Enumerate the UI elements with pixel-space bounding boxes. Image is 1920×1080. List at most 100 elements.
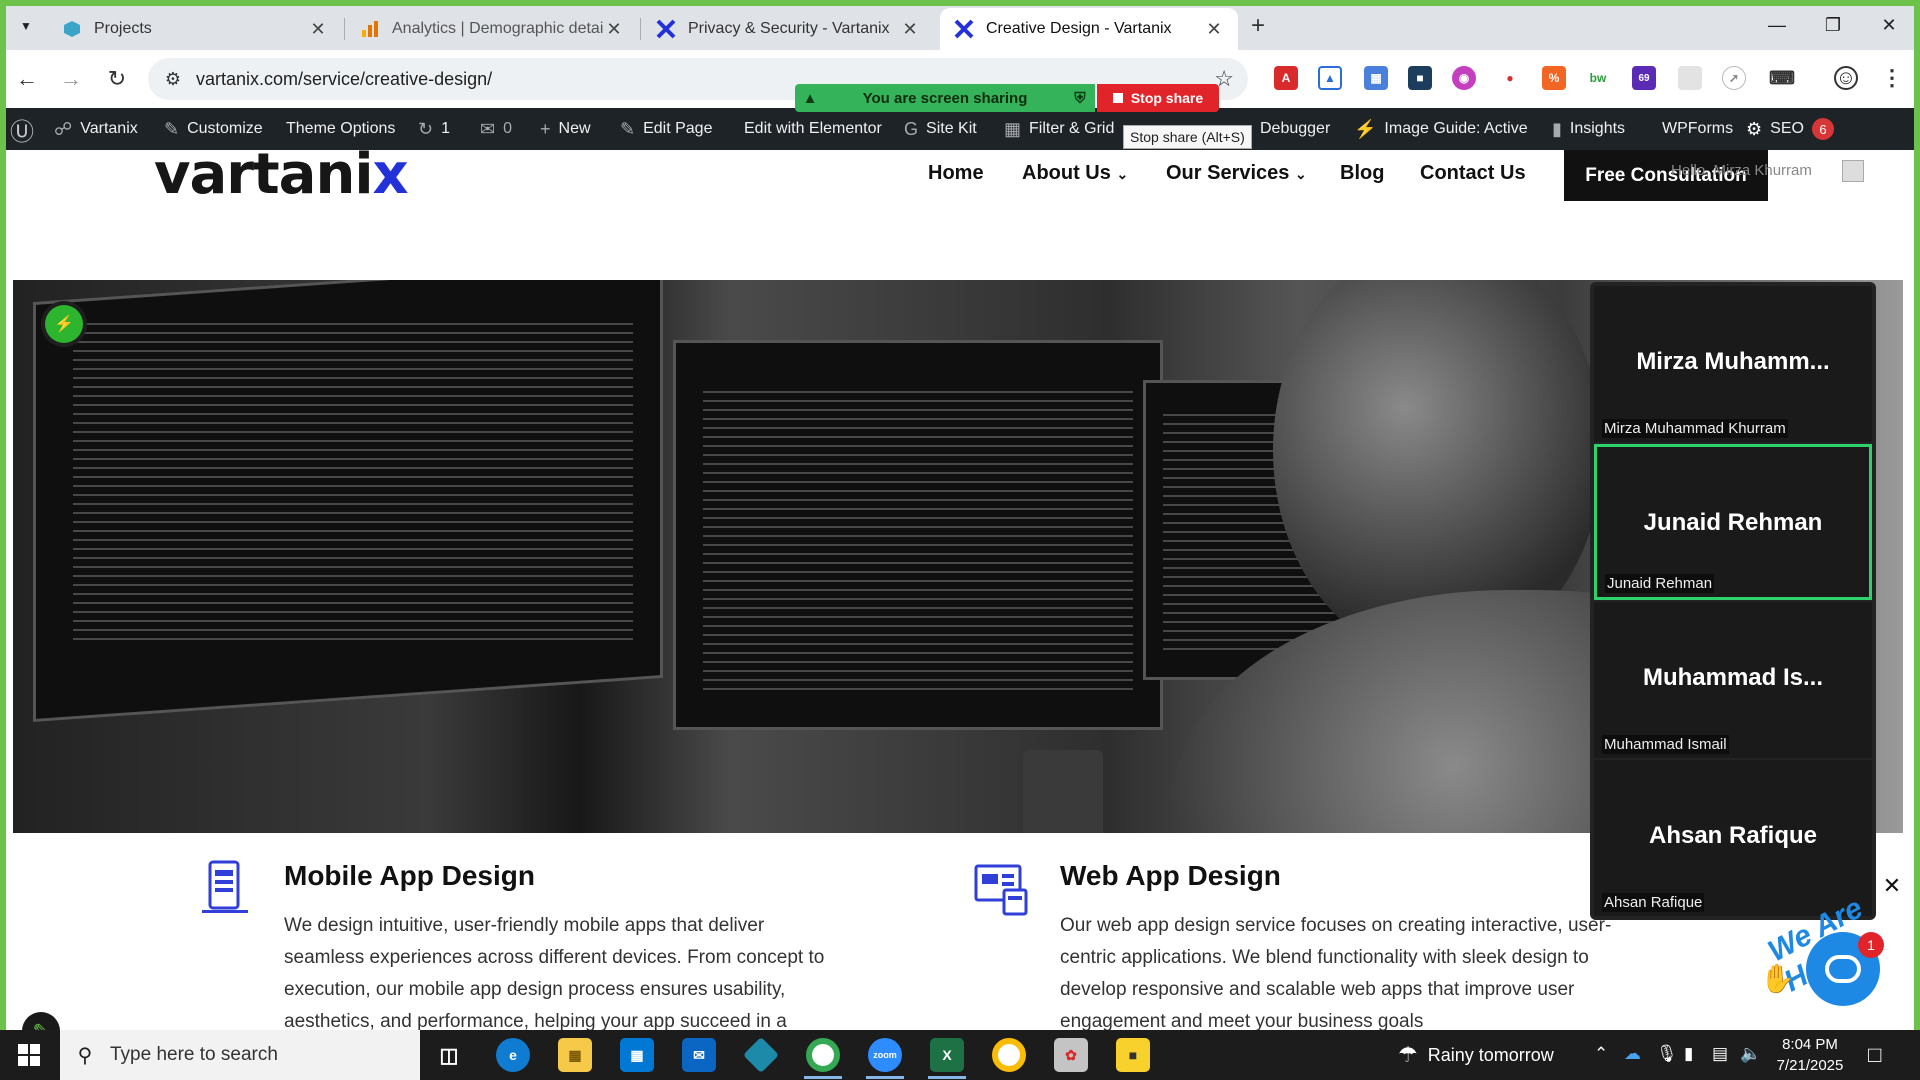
nav-contact-us[interactable]: Contact Us: [1420, 162, 1526, 185]
profile-icon[interactable]: ☺: [1834, 66, 1858, 90]
app-diamond-icon[interactable]: [742, 1036, 780, 1074]
wp-image-guide[interactable]: ⚡ Image Guide: Active: [1354, 108, 1528, 150]
seo-gear-icon: ⚙: [1746, 118, 1763, 139]
network-icon[interactable]: ▤: [1712, 1044, 1728, 1064]
docs-extension-icon[interactable]: ▦: [1364, 66, 1388, 90]
chevron-up-icon[interactable]: ⌃: [1594, 1044, 1608, 1064]
participant-tile-active[interactable]: Junaid Rehman Junaid Rehman: [1594, 444, 1872, 600]
zoom-icon[interactable]: zoom: [868, 1038, 902, 1072]
forward-button[interactable]: →: [56, 64, 86, 94]
system-clock[interactable]: 8:04 PM 7/21/2025: [1760, 1034, 1860, 1076]
stop-share-button[interactable]: Stop share: [1097, 84, 1219, 112]
participant-tile[interactable]: Muhammad Is... Muhammad Ismail: [1594, 602, 1872, 758]
bw-extension-icon[interactable]: bw: [1586, 66, 1610, 90]
chrome-icon[interactable]: [806, 1038, 840, 1072]
wp-wpforms[interactable]: WPForms: [1662, 108, 1733, 150]
chrome-menu-icon[interactable]: ⋮: [1880, 65, 1904, 90]
pokeball-extension-icon[interactable]: ●: [1498, 66, 1522, 90]
start-button[interactable]: [0, 1030, 58, 1080]
screen-sharing-bar[interactable]: ▲ You are screen sharing ⛨: [795, 84, 1095, 112]
participant-tile[interactable]: Ahsan Rafique Ahsan Rafique: [1594, 760, 1872, 916]
sticky-notes-icon[interactable]: ■: [1116, 1038, 1150, 1072]
new-tab-button[interactable]: +: [1244, 12, 1272, 40]
nav-home[interactable]: Home: [928, 162, 984, 185]
chrome-profile-icon[interactable]: [992, 1038, 1026, 1072]
close-tab-icon[interactable]: ✕: [900, 19, 920, 40]
chevron-down-icon: ⌄: [1116, 166, 1129, 182]
edge-icon[interactable]: e: [496, 1038, 530, 1072]
acrobat-extension-icon[interactable]: A: [1274, 66, 1298, 90]
folder-extension-icon[interactable]: ■: [1408, 66, 1432, 90]
blank-extension-icon[interactable]: [1678, 66, 1702, 90]
wp-site-name[interactable]: ☍ Vartanix: [54, 108, 138, 150]
mail-icon[interactable]: ✉: [682, 1038, 716, 1072]
zoom-participants-panel: Mirza Muhamm... Mirza Muhammad Khurram J…: [1590, 282, 1876, 920]
store-icon[interactable]: ▦: [620, 1038, 654, 1072]
bolt-icon: ⚡: [1354, 118, 1377, 139]
wp-new[interactable]: + New: [540, 108, 591, 150]
arrow-left-icon: ←: [16, 66, 38, 91]
semrush-extension-icon[interactable]: %: [1542, 66, 1566, 90]
nav-blog[interactable]: Blog: [1340, 162, 1384, 185]
close-tab-icon[interactable]: ✕: [1204, 19, 1224, 40]
onedrive-icon[interactable]: ☁: [1624, 1044, 1641, 1064]
reload-button[interactable]: ↻: [102, 64, 132, 94]
participant-tile[interactable]: Mirza Muhamm... Mirza Muhammad Khurram: [1594, 286, 1872, 442]
avatar[interactable]: [1842, 160, 1864, 182]
color-picker-extension-icon[interactable]: ◉: [1452, 66, 1476, 90]
notification-center-icon[interactable]: □: [1868, 1042, 1881, 1068]
wp-comments[interactable]: ✉ 0: [480, 108, 512, 150]
excel-icon[interactable]: X: [930, 1038, 964, 1072]
close-tab-icon[interactable]: ✕: [308, 19, 328, 40]
wp-logo-menu[interactable]: Ⓤ: [10, 108, 42, 150]
shield-extension-icon[interactable]: ▲: [1318, 66, 1342, 90]
task-view-icon[interactable]: ◫: [432, 1038, 466, 1072]
close-window-button[interactable]: ✕: [1864, 10, 1914, 40]
wp-updates[interactable]: ↻ 1: [418, 108, 450, 150]
file-explorer-icon[interactable]: ▦: [558, 1038, 592, 1072]
taskbar-search-box[interactable]: ⚲ Type here to search: [60, 1030, 420, 1080]
wp-howdy-user[interactable]: Hello, Mirza Khurram: [1671, 162, 1812, 179]
wp-customize[interactable]: ✎ Customize: [164, 108, 263, 150]
minimize-button[interactable]: —: [1752, 10, 1802, 40]
bolt-badge-icon[interactable]: ⚡: [45, 305, 83, 343]
chevron-down-icon: ▼: [20, 19, 32, 33]
address-url[interactable]: vartanix.com/service/creative-design/: [196, 69, 492, 90]
wp-insights[interactable]: ▮ Insights: [1552, 108, 1625, 150]
active-app-indicator: [866, 1076, 904, 1079]
tab-creative-design[interactable]: Creative Design - Vartanix ✕: [940, 8, 1238, 50]
tab-analytics[interactable]: Analytics | Demographic details ✕: [346, 8, 638, 50]
wp-seo[interactable]: ⚙ SEO 6: [1746, 108, 1834, 150]
home-dashboard-icon: ☍: [54, 118, 73, 139]
microphone-icon[interactable]: 🎙: [1656, 1044, 1678, 1064]
back-button[interactable]: ←: [12, 64, 42, 94]
site-info-icon[interactable]: ⚙: [162, 68, 184, 90]
nav-about-us[interactable]: About Us ⌄: [1022, 162, 1128, 185]
wp-site-kit[interactable]: G Site Kit: [904, 108, 977, 150]
hat-extension-icon[interactable]: 69: [1632, 66, 1656, 90]
wp-filter-grid[interactable]: ▦ Filter & Grid: [1004, 108, 1114, 150]
coffee-mug: [1023, 750, 1103, 833]
wp-debugger[interactable]: Debugger: [1260, 108, 1330, 150]
wp-theme-options[interactable]: Theme Options: [286, 108, 395, 150]
minimize-icon: —: [1768, 15, 1786, 35]
wp-edit-elementor[interactable]: Edit with Elementor: [744, 108, 882, 150]
drag-handle-icon[interactable]: ▲: [795, 90, 825, 107]
service-title: Mobile App Design: [284, 860, 535, 891]
wp-admin-bar: Ⓤ ☍ Vartanix ✎ Customize Theme Options ↻ 1 …: [6, 108, 1914, 150]
volume-icon[interactable]: 🔈: [1740, 1044, 1761, 1064]
vartanix-logo[interactable]: vartanix: [154, 150, 409, 207]
restore-button[interactable]: ❐: [1808, 10, 1858, 40]
wp-edit-page[interactable]: ✎ Edit Page: [620, 108, 712, 150]
compass-extension-icon[interactable]: ➚: [1722, 66, 1746, 90]
paint-icon[interactable]: ✿: [1054, 1038, 1088, 1072]
tab-projects[interactable]: Projects ✕: [48, 8, 342, 50]
weather-widget[interactable]: ☂ Rainy tomorrow: [1398, 1030, 1554, 1080]
battery-icon[interactable]: ▮: [1684, 1044, 1693, 1064]
puzzle-extensions-icon[interactable]: ⌨: [1769, 66, 1795, 90]
tab-privacy-security[interactable]: Privacy & Security - Vartanix ✕: [642, 8, 934, 50]
close-tab-icon[interactable]: ✕: [604, 19, 624, 40]
nav-our-services[interactable]: Our Services ⌄: [1166, 162, 1307, 185]
tab-search-dropdown[interactable]: ▼: [12, 12, 40, 40]
service-mobile-app-design: Mobile App Design We design intuitive, u…: [202, 860, 844, 1030]
